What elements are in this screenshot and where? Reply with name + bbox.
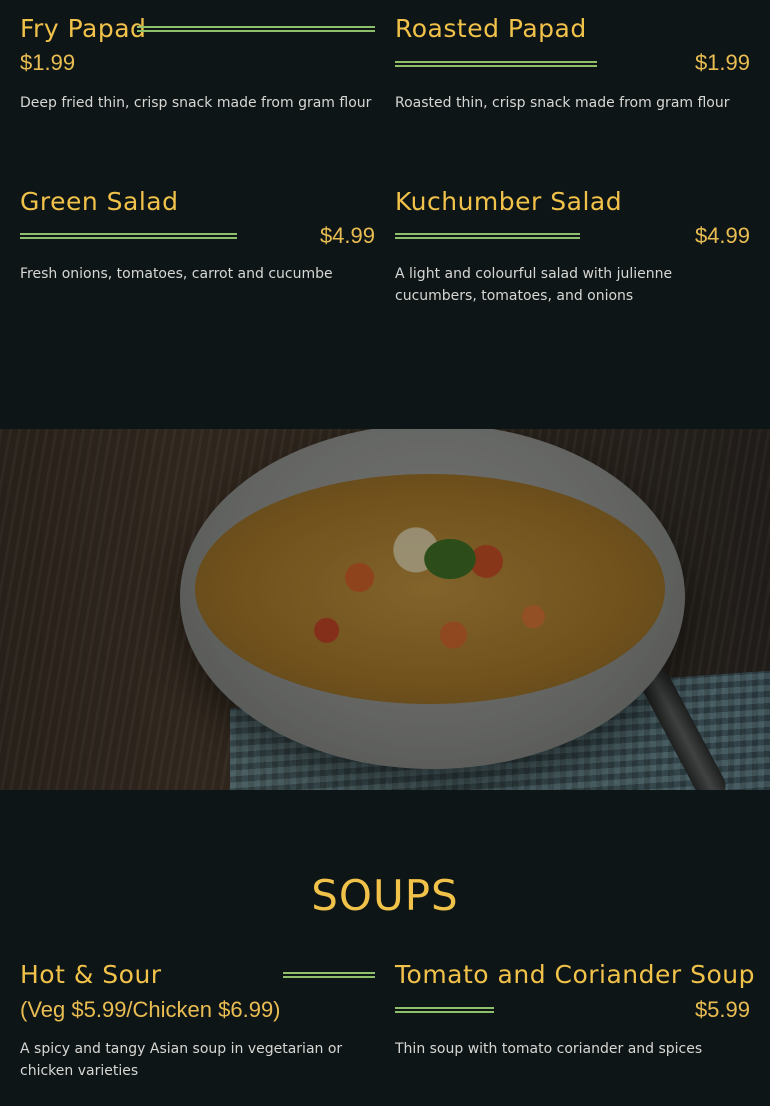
item-name: Hot & Sour bbox=[20, 960, 162, 989]
divider-rule bbox=[20, 233, 237, 239]
item-name: Kuchumber Salad bbox=[395, 187, 623, 216]
item-description: Thin soup with tomato coriander and spic… bbox=[395, 1041, 703, 1057]
item-description: Roasted thin, crisp snack made from gram… bbox=[395, 95, 730, 111]
soup-bowl-photo bbox=[0, 429, 770, 790]
item-description: Fresh onions, tomatoes, carrot and cucum… bbox=[20, 266, 333, 282]
divider-rule bbox=[283, 972, 375, 978]
divider-rule bbox=[395, 233, 580, 239]
divider-rule bbox=[137, 26, 375, 32]
item-description: Deep fried thin, crisp snack made from g… bbox=[20, 95, 372, 111]
divider-rule bbox=[395, 1007, 494, 1013]
photo-overlay bbox=[0, 429, 770, 790]
item-price: $4.99 bbox=[319, 223, 375, 248]
section-title-soups: SOUPS bbox=[311, 871, 459, 920]
item-description: A spicy and tangy Asian soup in vegetari… bbox=[20, 1041, 343, 1079]
item-description: A light and colourful salad with julienn… bbox=[395, 266, 673, 304]
item-name: Roasted Papad bbox=[395, 14, 587, 43]
item-name: Tomato and Coriander Soup bbox=[395, 960, 756, 989]
item-price: $5.99 bbox=[694, 997, 750, 1022]
item-price: $4.99 bbox=[694, 223, 750, 248]
item-price: (Veg $5.99/Chicken $6.99) bbox=[20, 997, 281, 1022]
item-name: Fry Papad bbox=[20, 14, 147, 43]
item-name: Green Salad bbox=[20, 187, 179, 216]
item-price: $1.99 bbox=[694, 50, 750, 75]
divider-rule bbox=[395, 61, 597, 67]
item-price: $1.99 bbox=[20, 50, 76, 75]
